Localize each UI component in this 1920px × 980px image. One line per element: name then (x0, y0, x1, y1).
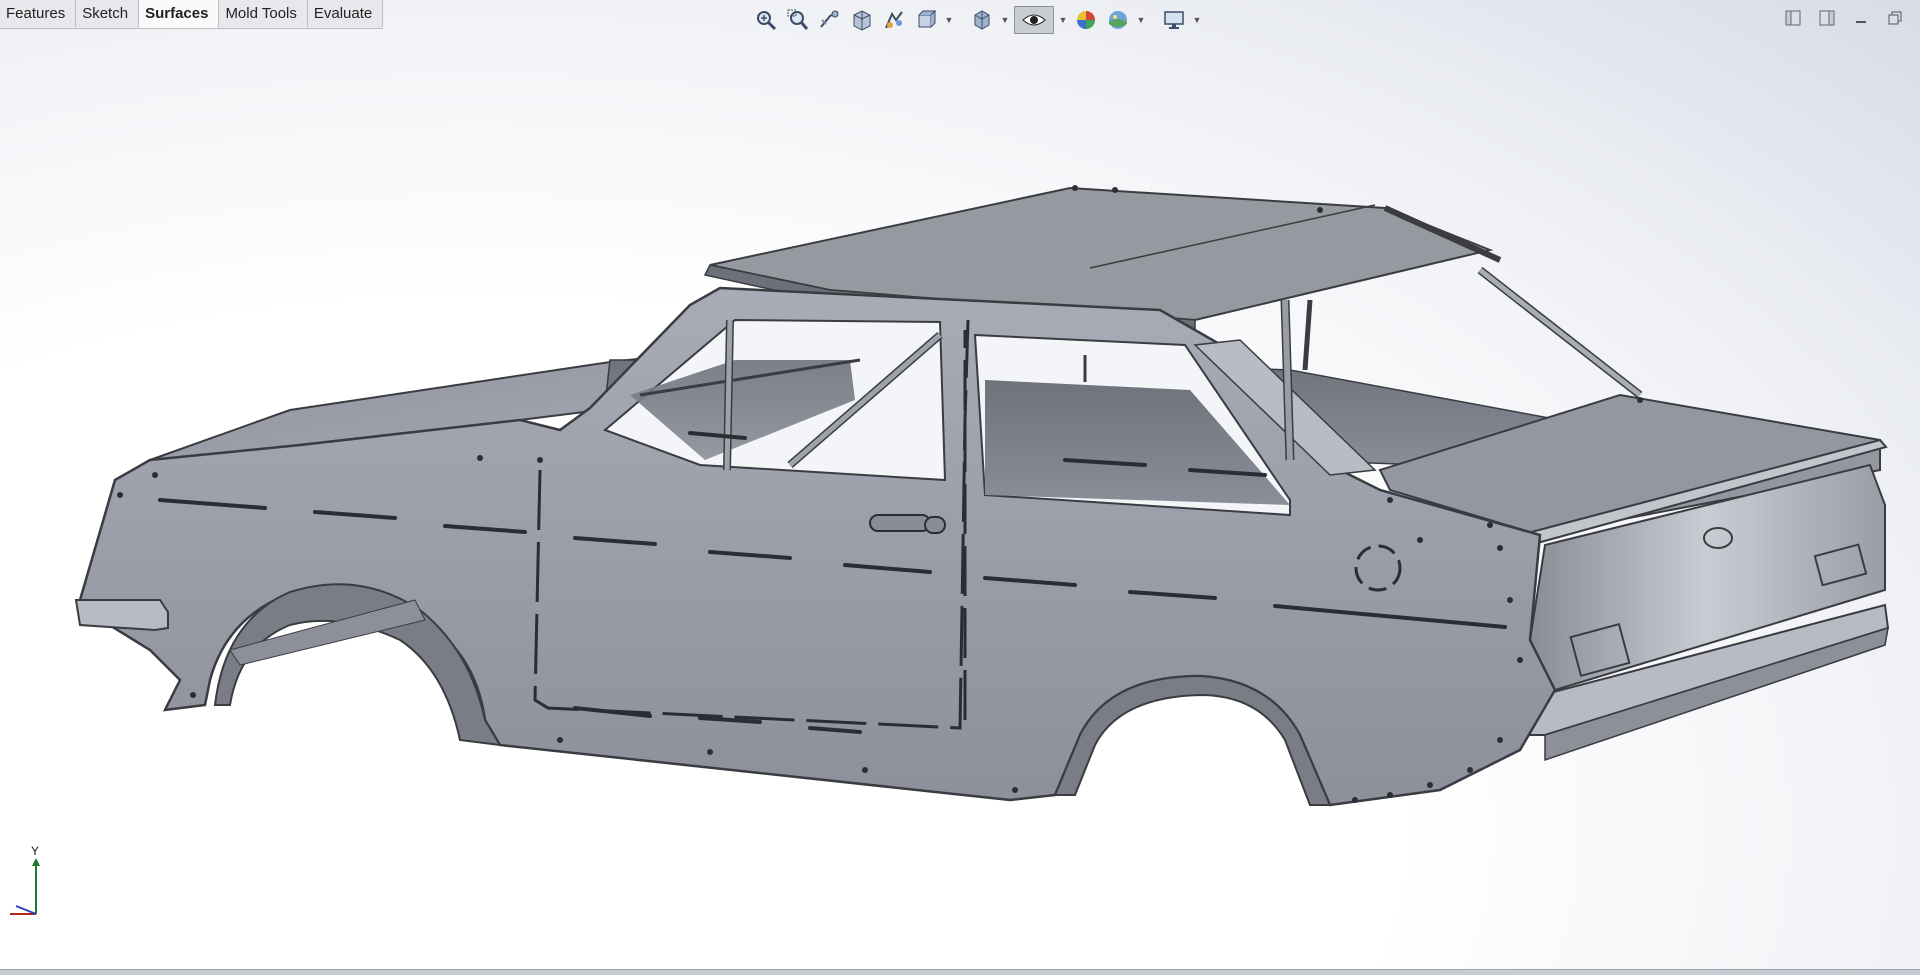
reference-triad: Y (0, 844, 50, 920)
viewport-bottom-border (0, 969, 1920, 975)
triad-y-label: Y (31, 844, 40, 858)
car-body-model[interactable] (0, 0, 1920, 975)
graphics-area[interactable]: Features Sketch Surfaces Mold Tools Eval… (0, 0, 1920, 975)
